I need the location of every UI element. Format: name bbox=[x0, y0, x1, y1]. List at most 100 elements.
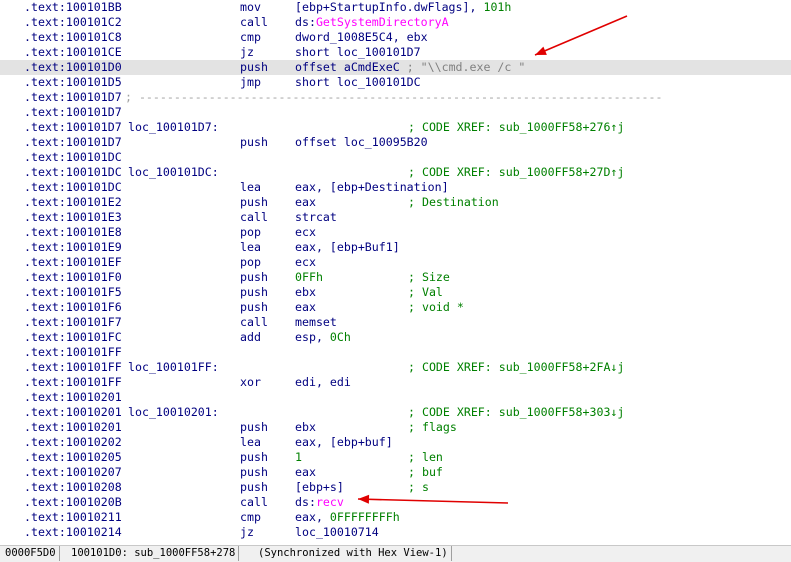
row-address: .text:100101F6 bbox=[24, 300, 122, 314]
operand[interactable]: dword_1008E5C4, ebx bbox=[295, 30, 428, 45]
row-comment: ; CODE XREF: sub_1000FF58+276↑j bbox=[408, 120, 625, 134]
row-address: .text:100101E2 bbox=[24, 195, 122, 209]
function-separator: ; --------------------------------------… bbox=[118, 90, 663, 104]
listing-row[interactable]: .text:10010201 loc_10010201: ; CODE XREF: … bbox=[0, 405, 791, 420]
listing-row[interactable]: .text:100101D7 loc_100101D7: ; CODE XREF: … bbox=[0, 120, 791, 135]
listing-row[interactable]: .text:10010201 bbox=[0, 390, 791, 405]
mnemonic: push bbox=[240, 480, 268, 494]
operand[interactable]: eax bbox=[295, 465, 316, 480]
listing-row[interactable]: .text:100101F6 push eax ; void * bbox=[0, 300, 791, 315]
mnemonic: push bbox=[240, 420, 268, 434]
operand[interactable]: 0FFh bbox=[295, 270, 323, 285]
operand[interactable]: ebx bbox=[295, 285, 316, 300]
operand-part: eax bbox=[295, 465, 316, 479]
listing-row[interactable]: .text:10010207 push eax ; buf bbox=[0, 465, 791, 480]
operand[interactable]: eax, [ebp+buf] bbox=[295, 435, 393, 450]
disassembly-listing[interactable]: .text:100101BB mov [ebp+StartupInfo.dwFlag… bbox=[0, 0, 791, 544]
row-address: .text:10010201 bbox=[24, 405, 122, 419]
api-name[interactable]: GetSystemDirectoryA bbox=[316, 15, 449, 29]
operand[interactable]: strcat bbox=[295, 210, 337, 225]
listing-row[interactable]: .text:100101D0 push offset aCmdExeC ; "\\c… bbox=[0, 60, 791, 75]
row-address: .text:100101E3 bbox=[24, 210, 122, 224]
operand[interactable]: edi, edi bbox=[295, 375, 351, 390]
listing-row[interactable]: .text:100101DC bbox=[0, 150, 791, 165]
listing-row[interactable]: .text:10010201 push ebx ; flags bbox=[0, 420, 791, 435]
operand[interactable]: ds:recv bbox=[295, 495, 344, 510]
operand[interactable]: [ebp+StartupInfo.dwFlags], 101h bbox=[295, 0, 511, 15]
status-offset: 0000F5D0 bbox=[2, 546, 60, 561]
listing-row[interactable]: .text:100101C2 call ds:GetSystemDirectoryA bbox=[0, 15, 791, 30]
listing-row[interactable]: .text:100101FF loc_100101FF: ; CODE XREF: … bbox=[0, 360, 791, 375]
row-address: .text:100101FF bbox=[24, 375, 122, 389]
operand[interactable]: ebx bbox=[295, 420, 316, 435]
operand-part: ds: bbox=[295, 495, 316, 509]
operand[interactable]: short loc_100101DC bbox=[295, 75, 421, 90]
operand[interactable]: [ebp+s] bbox=[295, 480, 344, 495]
operand[interactable]: ecx bbox=[295, 255, 316, 270]
operand[interactable]: esp, 0Ch bbox=[295, 330, 351, 345]
api-name[interactable]: recv bbox=[316, 495, 344, 509]
listing-row[interactable]: .text:100101F7 call memset bbox=[0, 315, 791, 330]
listing-row[interactable]: .text:10010205 push 1 ; len bbox=[0, 450, 791, 465]
listing-row[interactable]: .text:10010211 cmp eax, 0FFFFFFFFh bbox=[0, 510, 791, 525]
code-label[interactable]: loc_10010201: bbox=[128, 405, 219, 420]
listing-row[interactable]: .text:100101DC lea eax, [ebp+Destination] bbox=[0, 180, 791, 195]
listing-row[interactable]: .text:100101D7 bbox=[0, 105, 791, 120]
listing-row[interactable]: .text:1001020B call ds:recv bbox=[0, 495, 791, 510]
operand[interactable]: offset loc_10095B20 bbox=[295, 135, 428, 150]
listing-row[interactable]: .text:100101FF bbox=[0, 345, 791, 360]
row-address: .text:10010201 bbox=[24, 420, 122, 434]
operand[interactable]: eax bbox=[295, 195, 316, 210]
code-label[interactable]: loc_100101D7: bbox=[128, 120, 219, 135]
operand[interactable]: eax, 0FFFFFFFFh bbox=[295, 510, 400, 525]
listing-row[interactable]: .text:100101E9 lea eax, [ebp+Buf1] bbox=[0, 240, 791, 255]
row-comment: ; void * bbox=[408, 300, 464, 314]
listing-row[interactable]: .text:100101DC loc_100101DC: ; CODE XREF: … bbox=[0, 165, 791, 180]
row-address: .text:100101D7 bbox=[24, 90, 122, 104]
operand[interactable]: ecx bbox=[295, 225, 316, 240]
operand-part: offset aCmdExeC bbox=[295, 60, 407, 74]
row-address: .text:100101FF bbox=[24, 360, 122, 374]
listing-row[interactable]: .text:10010214 jz loc_10010714 bbox=[0, 525, 791, 540]
code-label[interactable]: loc_100101DC: bbox=[128, 165, 219, 180]
mnemonic: call bbox=[240, 495, 268, 509]
operand-part: ds: bbox=[295, 15, 316, 29]
listing-row[interactable]: .text:10010208 push [ebp+s] ; s bbox=[0, 480, 791, 495]
operand[interactable]: eax, [ebp+Buf1] bbox=[295, 240, 400, 255]
row-address: .text:100101CE bbox=[24, 45, 122, 59]
listing-row[interactable]: .text:10010202 lea eax, [ebp+buf] bbox=[0, 435, 791, 450]
operand[interactable]: ds:GetSystemDirectoryA bbox=[295, 15, 449, 30]
operand[interactable]: eax, [ebp+Destination] bbox=[295, 180, 449, 195]
status-location: 100101D0: sub_1000FF58+278 bbox=[68, 546, 240, 561]
listing-row[interactable]: .text:100101E2 push eax ; Destination bbox=[0, 195, 791, 210]
listing-row[interactable]: .text:100101FC add esp, 0Ch bbox=[0, 330, 791, 345]
row-address: .text:10010208 bbox=[24, 480, 122, 494]
row-address: .text:100101C2 bbox=[24, 15, 122, 29]
listing-row[interactable]: .text:100101D7 ; -----------------------… bbox=[0, 90, 791, 105]
listing-row[interactable]: .text:100101E3 call strcat bbox=[0, 210, 791, 225]
row-address: .text:100101C8 bbox=[24, 30, 122, 44]
listing-row[interactable]: .text:100101F0 push 0FFh ; Size bbox=[0, 270, 791, 285]
listing-row[interactable]: .text:100101BB mov [ebp+StartupInfo.dwFlag… bbox=[0, 0, 791, 15]
operand[interactable]: loc_10010714 bbox=[295, 525, 379, 540]
listing-row[interactable]: .text:100101FF xor edi, edi bbox=[0, 375, 791, 390]
listing-row[interactable]: .text:100101F5 push ebx ; Val bbox=[0, 285, 791, 300]
listing-row[interactable]: .text:100101D7 push offset loc_10095B20 bbox=[0, 135, 791, 150]
operand[interactable]: offset aCmdExeC ; "\\cmd.exe /c " bbox=[295, 60, 525, 75]
listing-row[interactable]: .text:100101D5 jmp short loc_100101DC bbox=[0, 75, 791, 90]
listing-row[interactable]: .text:100101E8 pop ecx bbox=[0, 225, 791, 240]
mnemonic: push bbox=[240, 195, 268, 209]
operand[interactable]: 1 bbox=[295, 450, 302, 465]
operand[interactable]: memset bbox=[295, 315, 337, 330]
operand[interactable]: short loc_100101D7 bbox=[295, 45, 421, 60]
operand-part: ecx bbox=[295, 225, 316, 239]
row-address: .text:100101D7 bbox=[24, 120, 122, 134]
listing-row[interactable]: .text:100101C8 cmp dword_1008E5C4, ebx bbox=[0, 30, 791, 45]
operand[interactable]: eax bbox=[295, 300, 316, 315]
code-label[interactable]: loc_100101FF: bbox=[128, 360, 219, 375]
listing-row[interactable]: .text:100101CE jz short loc_100101D7 bbox=[0, 45, 791, 60]
listing-row[interactable]: .text:100101EF pop ecx bbox=[0, 255, 791, 270]
row-address: .text:100101F0 bbox=[24, 270, 122, 284]
row-address: .text:100101DC bbox=[24, 150, 122, 164]
row-comment: ; CODE XREF: sub_1000FF58+2FA↓j bbox=[408, 360, 625, 374]
